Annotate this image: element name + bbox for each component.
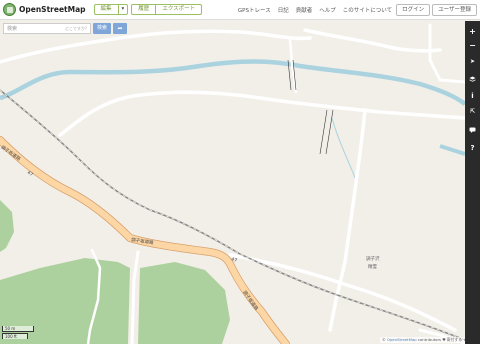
edit-dropdown-chevron-icon[interactable]: ▾ xyxy=(118,4,129,15)
brand[interactable]: OpenStreetMap xyxy=(3,3,86,16)
share-icon[interactable]: ⇱ xyxy=(466,105,479,118)
edit-button[interactable]: 編集 xyxy=(93,4,119,15)
note-icon[interactable] xyxy=(466,123,479,136)
export-button[interactable]: エクスポート xyxy=(156,4,203,15)
nav-contributors[interactable]: 貢献者 xyxy=(296,6,313,14)
zoom-in-icon[interactable]: + xyxy=(466,25,479,38)
zoom-out-icon[interactable]: − xyxy=(466,39,479,52)
top-navigation-bar: OpenStreetMap 編集 ▾ 履歴 エクスポート GPSトレース 日記 … xyxy=(0,0,480,20)
place-label: 調子沢 xyxy=(366,255,380,262)
layers-icon[interactable] xyxy=(466,73,479,86)
search-button[interactable]: 検索 xyxy=(93,23,112,34)
search-input[interactable]: 検索 どこですか? xyxy=(3,23,91,34)
attribution-link[interactable]: OpenStreetMap xyxy=(387,337,417,342)
nav-diary[interactable]: 日記 xyxy=(278,6,289,14)
nav-help[interactable]: ヘルプ xyxy=(319,6,336,14)
search-bar: 検索 どこですか? 検索 ➦ xyxy=(3,23,128,34)
info-icon[interactable]: i xyxy=(466,89,479,102)
nav-gps-traces[interactable]: GPSトレース xyxy=(238,6,271,14)
attribution-suffix: contributors ♥ 寄付する xyxy=(416,337,462,342)
nav-about[interactable]: このサイトについて xyxy=(343,6,392,14)
scale-imperial: 100 ft xyxy=(2,333,28,339)
directions-icon[interactable]: ➦ xyxy=(113,23,128,34)
auth-buttons: ログイン ユーザー登録 xyxy=(396,3,477,16)
login-button[interactable]: ログイン xyxy=(396,3,431,16)
where-am-i-link[interactable]: どこですか? xyxy=(65,26,87,32)
brand-name[interactable]: OpenStreetMap xyxy=(19,5,86,14)
place-label: 精霊 xyxy=(368,263,377,270)
locate-icon[interactable]: ➤ xyxy=(466,55,479,68)
help-icon[interactable]: ? xyxy=(466,141,479,154)
scale-metric: 50 m xyxy=(2,326,34,332)
signup-button[interactable]: ユーザー登録 xyxy=(432,3,477,16)
attribution: © OpenStreetMap contributors ♥ 寄付する xyxy=(379,337,464,343)
map-canvas[interactable]: 調子坂道路 47 調子坂道路 調子坂道路 47 調子沢 精霊 xyxy=(0,21,465,344)
nav-links: GPSトレース 日記 貢献者 ヘルプ このサイトについて xyxy=(231,6,392,14)
search-placeholder: 検索 xyxy=(7,26,18,32)
edit-tools: 編集 ▾ 履歴 エクスポート xyxy=(93,4,203,15)
history-button[interactable]: 履歴 xyxy=(131,4,157,15)
map-controls: + − ➤ i ⇱ ? xyxy=(465,21,480,344)
scale-bar: 50 m 100 ft xyxy=(2,326,34,339)
openstreetmap-logo-icon[interactable] xyxy=(3,3,16,16)
